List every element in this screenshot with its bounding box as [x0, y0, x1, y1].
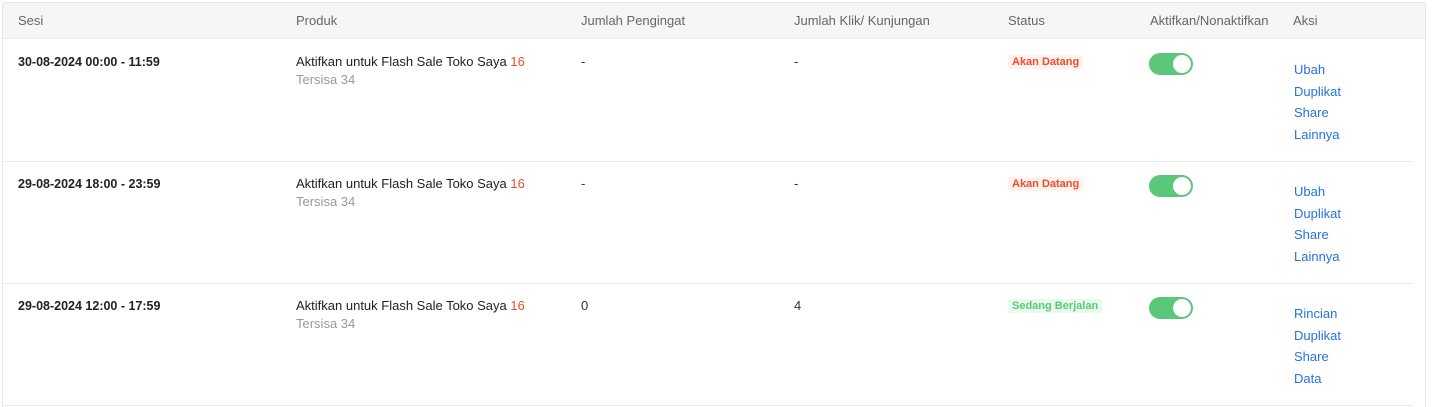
- duplicate-link[interactable]: Duplikat: [1294, 81, 1341, 103]
- duplicate-link[interactable]: Duplikat: [1294, 325, 1341, 347]
- row-actions: Ubah Duplikat Share Lainnya: [1294, 181, 1341, 267]
- product-label: Aktifkan untuk Flash Sale Toko Saya: [296, 176, 507, 191]
- edit-link[interactable]: Ubah: [1294, 59, 1341, 81]
- more-link[interactable]: Lainnya: [1294, 246, 1341, 268]
- product-label: Aktifkan untuk Flash Sale Toko Saya: [296, 54, 507, 69]
- share-link[interactable]: Share: [1294, 224, 1341, 246]
- table-header: Sesi Produk Jumlah Pengingat Jumlah Klik…: [3, 3, 1425, 39]
- toggle-knob: [1173, 55, 1191, 73]
- reminder-count: 0: [581, 298, 589, 313]
- share-link[interactable]: Share: [1294, 102, 1341, 124]
- reminder-count: -: [581, 54, 586, 69]
- remaining-stock: Tersisa 34: [296, 194, 356, 209]
- row-actions: Ubah Duplikat Share Lainnya: [1294, 59, 1341, 145]
- table-row: 29-08-2024 18:00 - 23:59 Aktifkan untuk …: [3, 161, 1413, 284]
- header-toggle: Aktifkan/Nonaktifkan: [1150, 13, 1269, 28]
- status-badge: Akan Datang: [1008, 55, 1084, 69]
- toggle-knob: [1173, 177, 1191, 195]
- data-link[interactable]: Data: [1294, 368, 1341, 390]
- header-clicks: Jumlah Klik/ Kunjungan: [794, 13, 930, 28]
- product-info: Aktifkan untuk Flash Sale Toko Saya 16: [296, 298, 525, 313]
- enable-toggle[interactable]: [1149, 53, 1193, 75]
- duplicate-link[interactable]: Duplikat: [1294, 203, 1341, 225]
- session-time: 30-08-2024 00:00 - 11:59: [18, 55, 160, 69]
- header-actions: Aksi: [1293, 13, 1318, 28]
- status-badge: Akan Datang: [1008, 177, 1084, 191]
- status-badge: Sedang Berjalan: [1008, 299, 1103, 313]
- session-time: 29-08-2024 18:00 - 23:59: [18, 177, 161, 191]
- table-row: 29-08-2024 12:00 - 17:59 Aktifkan untuk …: [3, 283, 1413, 406]
- product-info: Aktifkan untuk Flash Sale Toko Saya 16: [296, 54, 525, 69]
- enable-toggle[interactable]: [1149, 175, 1193, 197]
- table-row: 30-08-2024 00:00 - 11:59 Aktifkan untuk …: [3, 39, 1413, 162]
- edit-link[interactable]: Ubah: [1294, 181, 1341, 203]
- share-link[interactable]: Share: [1294, 346, 1341, 368]
- product-count: 16: [510, 298, 525, 313]
- product-count: 16: [510, 54, 525, 69]
- scrollbar-track[interactable]: [1428, 0, 1452, 407]
- row-actions: Rincian Duplikat Share Data: [1294, 303, 1341, 389]
- header-product: Produk: [296, 13, 338, 28]
- header-reminders: Jumlah Pengingat: [581, 13, 686, 28]
- product-label: Aktifkan untuk Flash Sale Toko Saya: [296, 298, 507, 313]
- click-count: -: [794, 176, 799, 191]
- flash-sale-session-table: Sesi Produk Jumlah Pengingat Jumlah Klik…: [2, 2, 1426, 407]
- session-time: 29-08-2024 12:00 - 17:59: [18, 299, 161, 313]
- remaining-stock: Tersisa 34: [296, 316, 356, 331]
- click-count: -: [794, 54, 799, 69]
- toggle-knob: [1173, 299, 1191, 317]
- details-link[interactable]: Rincian: [1294, 303, 1341, 325]
- product-info: Aktifkan untuk Flash Sale Toko Saya 16: [296, 176, 525, 191]
- header-status: Status: [1008, 13, 1045, 28]
- remaining-stock: Tersisa 34: [296, 72, 356, 87]
- enable-toggle[interactable]: [1149, 297, 1193, 319]
- header-session: Sesi: [18, 13, 44, 28]
- reminder-count: -: [581, 176, 586, 191]
- click-count: 4: [794, 298, 802, 313]
- more-link[interactable]: Lainnya: [1294, 124, 1341, 146]
- product-count: 16: [510, 176, 525, 191]
